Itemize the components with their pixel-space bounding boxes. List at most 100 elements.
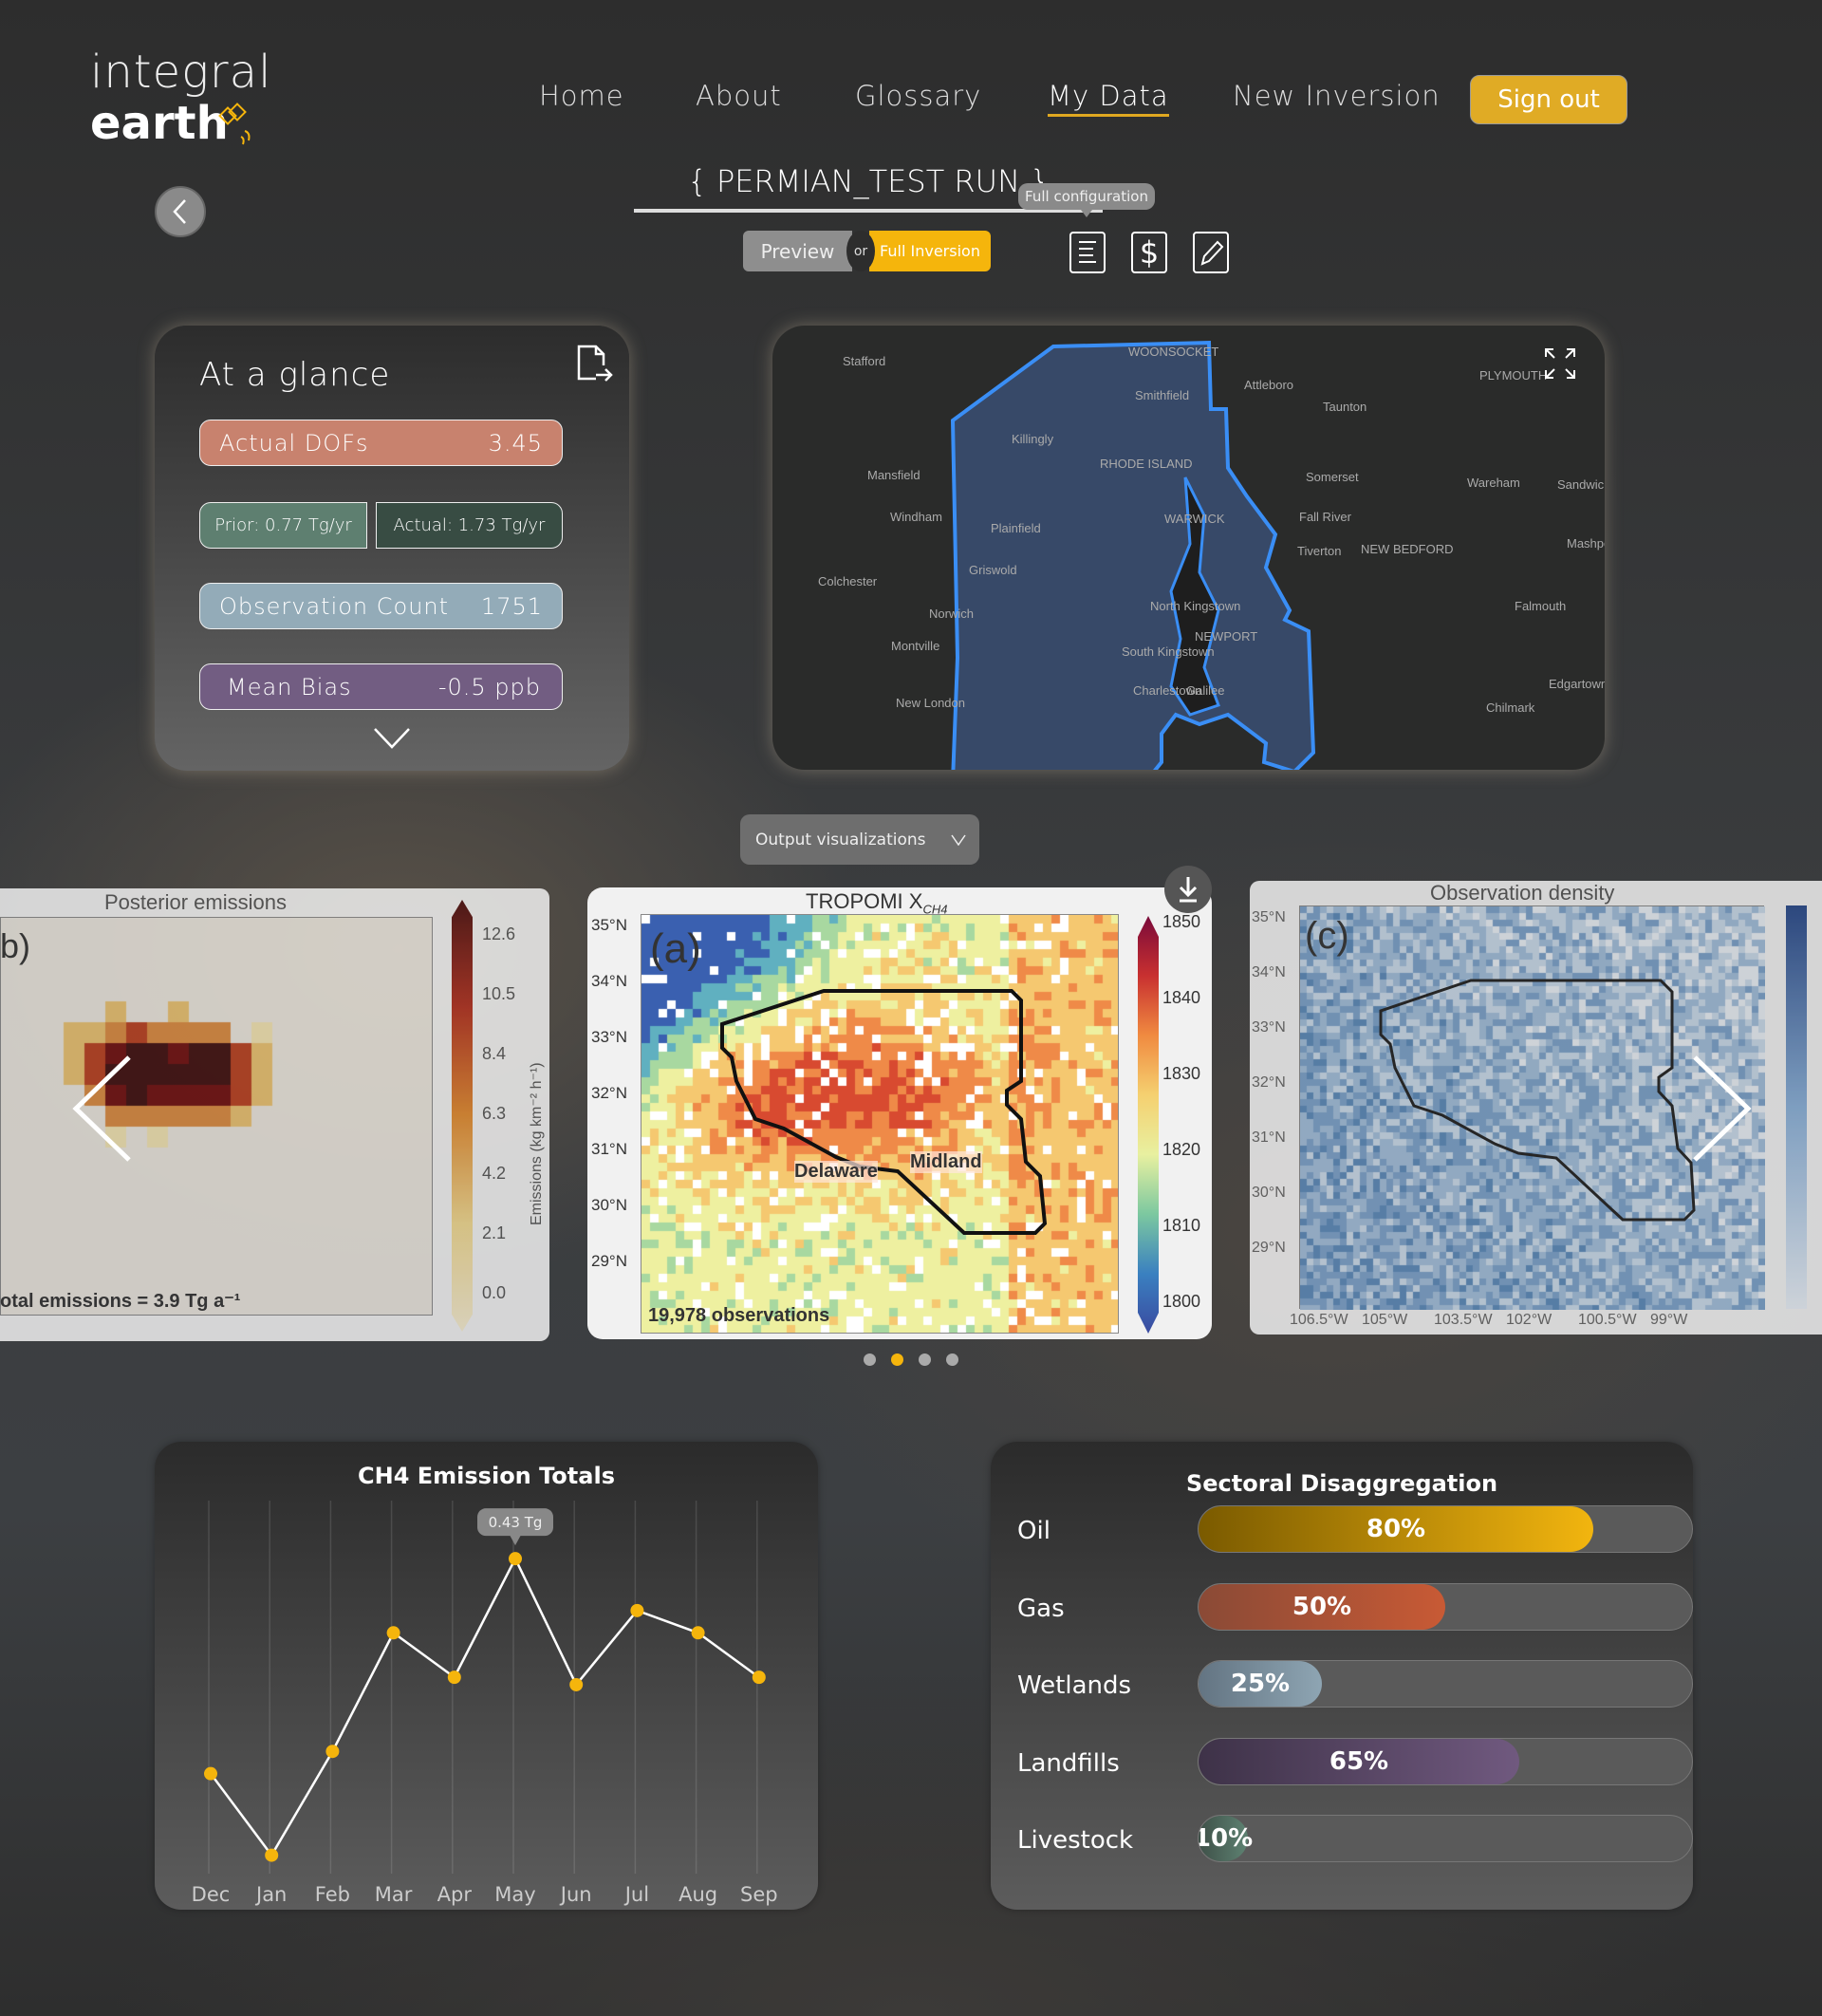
map-place-label: NEW BEDFORD: [1361, 542, 1454, 556]
configuration-button[interactable]: [1069, 232, 1106, 273]
sector-label: Wetlands: [1017, 1671, 1132, 1700]
tick-label: 99°W: [1650, 1312, 1688, 1328]
sign-out-button[interactable]: Sign out: [1470, 75, 1627, 124]
panel-label: b): [0, 926, 31, 965]
tropomi-slide[interactable]: TROPOMI XCH4 (a) Delaware Midland 19,978…: [587, 887, 1212, 1339]
tick-label: 1820: [1162, 1140, 1201, 1159]
data-point[interactable]: [509, 1552, 522, 1566]
map-place-label: RHODE ISLAND: [1100, 457, 1193, 471]
download-button[interactable]: [1164, 866, 1212, 913]
tick-label: 4.2: [482, 1164, 507, 1183]
stat-label: Actual DOFs: [219, 429, 369, 457]
tick-label: 34°N: [591, 972, 627, 990]
full-inversion-option[interactable]: Full Inversion: [869, 231, 991, 271]
carousel-dot[interactable]: [864, 1353, 876, 1366]
nav-my-data[interactable]: My Data: [1048, 80, 1169, 117]
preview-option[interactable]: Preview: [743, 231, 852, 271]
panel-label: (c): [1305, 915, 1349, 957]
tick-label: 30°N: [1252, 1185, 1286, 1201]
carousel-dot[interactable]: [891, 1353, 903, 1366]
map-place-label: Fall River: [1299, 510, 1351, 524]
data-point[interactable]: [325, 1745, 340, 1759]
data-point[interactable]: [265, 1848, 279, 1862]
stat-label: Observation Count: [219, 592, 450, 620]
slide-title: Posterior emissions: [104, 890, 287, 914]
data-point[interactable]: [204, 1766, 217, 1781]
edit-button[interactable]: [1193, 232, 1229, 273]
colorbar: [1786, 905, 1807, 1309]
sector-label: Oil: [1017, 1517, 1050, 1545]
tick-label: 103.5°W: [1434, 1312, 1493, 1328]
panel-label: (a): [650, 925, 701, 972]
cost-button[interactable]: $: [1131, 232, 1167, 273]
sector-fill: 25%: [1199, 1661, 1322, 1707]
nav-about[interactable]: About: [696, 80, 782, 112]
data-point[interactable]: [691, 1626, 705, 1640]
tick-label: 30°N: [591, 1196, 627, 1214]
carousel-prev-arrow[interactable]: [68, 1054, 135, 1164]
colorbar: [1138, 916, 1159, 1334]
sector-label: Gas: [1017, 1594, 1065, 1623]
sector-progress-bar: 80%: [1198, 1505, 1693, 1553]
map-place-label: Somerset: [1306, 470, 1359, 484]
tick-label: 102°W: [1506, 1312, 1552, 1328]
nav-glossary[interactable]: Glossary: [855, 80, 981, 112]
chevron-down-icon[interactable]: [373, 726, 411, 751]
region-map[interactable]: Stafford WOONSOCKET Smithfield Attleboro PLY…: [772, 326, 1605, 770]
data-point[interactable]: [752, 1671, 766, 1685]
emissions-map: [0, 917, 434, 1316]
sector-label: Livestock: [1017, 1826, 1134, 1855]
card-title: At a glance: [199, 356, 391, 394]
tick-label: 29°N: [1252, 1240, 1286, 1256]
sector-fill: 65%: [1199, 1738, 1519, 1784]
colorbar: [452, 900, 473, 1332]
tick-label: 32°N: [591, 1084, 627, 1102]
x-tick-label: Aug: [679, 1883, 717, 1906]
map-place-label: Tiverton: [1297, 544, 1342, 558]
total-emissions-label: otal emissions = 3.9 Tg a⁻¹: [0, 1291, 241, 1312]
x-tick-label: Jul: [623, 1883, 649, 1906]
inversion-mode-toggle[interactable]: Preview or Full Inversion: [743, 231, 991, 271]
carousel-dot[interactable]: [946, 1353, 958, 1366]
sector-row-landfills: Landfills 65%: [1017, 1737, 1693, 1785]
x-tick-label: Apr: [437, 1883, 473, 1906]
ch4-emission-chart-card: CH4 Emission Totals Dec Jan Feb Mar Apr May Ju…: [155, 1442, 818, 1910]
back-button[interactable]: [155, 186, 206, 237]
tick-label: 33°N: [591, 1028, 627, 1046]
x-tick-label: Jan: [254, 1883, 287, 1906]
data-point[interactable]: [569, 1677, 584, 1691]
tick-label: 31°N: [1252, 1129, 1286, 1146]
x-tick-label: Jun: [559, 1883, 592, 1906]
nav-new-inversion[interactable]: New Inversion: [1233, 80, 1441, 112]
expand-icon[interactable]: [1543, 346, 1577, 381]
map-place-label: Falmouth: [1515, 599, 1567, 613]
logo-text-earth: earth: [90, 97, 229, 150]
data-point[interactable]: [386, 1626, 400, 1640]
basin-label-delaware: Delaware: [794, 1161, 878, 1183]
sector-progress-bar: 10%: [1198, 1815, 1693, 1862]
x-tick-label: May: [494, 1883, 535, 1906]
stat-value: -0.5 ppb: [437, 673, 541, 700]
map-place-label: North Kingstown: [1150, 599, 1241, 613]
output-visualizations-dropdown[interactable]: Output visualizations: [740, 814, 979, 865]
export-file-icon[interactable]: [575, 343, 613, 386]
map-place-label: Wareham: [1467, 476, 1520, 490]
xch4-map: [641, 914, 1119, 1334]
map-place-label: South Kingstown: [1122, 644, 1215, 659]
carousel-dot[interactable]: [919, 1353, 931, 1366]
nav-home[interactable]: Home: [539, 80, 624, 112]
carousel-next-arrow[interactable]: [1689, 1054, 1756, 1164]
tick-label: 105°W: [1362, 1312, 1408, 1328]
data-point[interactable]: [447, 1671, 461, 1685]
map-place-label: Taunton: [1323, 400, 1367, 414]
tick-label: 29°N: [591, 1252, 627, 1270]
map-place-label: PLYMOUTH: [1479, 368, 1548, 383]
colorbar-label: Emissions (kg km⁻² h⁻¹): [529, 1062, 545, 1225]
chevron-left-icon: [173, 199, 186, 224]
series-line: [209, 1556, 760, 1857]
line-chart: Dec Jan Feb Mar Apr May Jun Jul Aug Sep 0.43 Tg: [192, 1501, 778, 1906]
map-place-label: Chilmark: [1486, 700, 1535, 715]
tick-label: 1800: [1162, 1292, 1201, 1311]
data-point[interactable]: [630, 1603, 644, 1617]
permian-basin-outline: [720, 989, 1048, 1235]
